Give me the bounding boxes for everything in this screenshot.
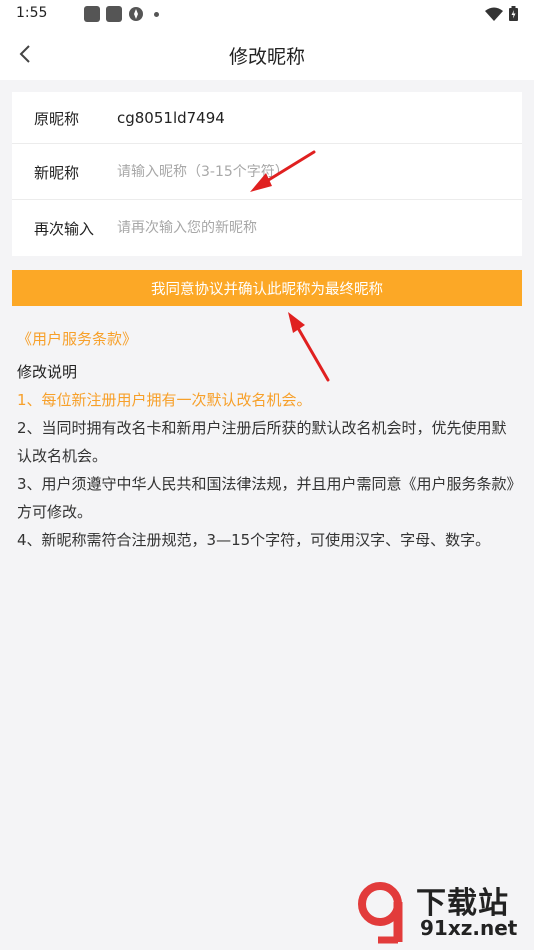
instruction-item: 1、每位新注册用户拥有一次默认改名机会。 <box>17 391 312 409</box>
original-nickname-value: cg8051ld7494 <box>117 109 225 127</box>
terms-of-service-link[interactable]: 《用户服务条款》 <box>17 328 137 349</box>
instruction-item: 2、当同时拥有改名卡和新用户注册后所获的默认改名机会时，优先使用默认改名机会。 <box>17 419 507 465</box>
system-icons <box>485 6 518 21</box>
new-nickname-input[interactable] <box>117 164 497 180</box>
confirm-nickname-input[interactable] <box>117 220 497 236</box>
new-nickname-label: 新昵称 <box>34 163 80 182</box>
more-notifications-dot <box>154 11 159 17</box>
battery-icon <box>509 6 518 21</box>
instruction-item: 4、新昵称需符合注册规范，3—15个字符，可使用汉字、字母、数字。 <box>17 531 491 549</box>
instructions-list: 1、每位新注册用户拥有一次默认改名机会。 2、当同时拥有改名卡和新用户注册后所获… <box>17 386 517 554</box>
watermark: 下载站 91xz.net <box>358 878 530 948</box>
instruction-item: 3、用户须遵守中华人民共和国法律法规，并且用户需同意《用户服务条款》方可修改。 <box>17 475 515 521</box>
notification-icon <box>84 6 100 22</box>
new-nickname-row: 新昵称 <box>12 144 522 200</box>
notification-icons <box>84 6 159 22</box>
nickname-form: 原昵称 cg8051ld7494 新昵称 再次输入 <box>12 92 522 256</box>
watermark-url: 91xz.net <box>420 916 518 940</box>
original-nickname-label: 原昵称 <box>34 109 80 128</box>
wifi-icon <box>485 7 503 21</box>
notification-icon <box>129 7 143 21</box>
page-title: 修改昵称 <box>228 46 305 68</box>
instructions-title: 修改说明 <box>17 363 78 381</box>
status-time: 1:55 <box>16 5 48 21</box>
confirm-nickname-label: 再次输入 <box>34 219 95 238</box>
confirm-nickname-button[interactable]: 我同意协议并确认此昵称为最终昵称 <box>12 270 522 306</box>
watermark-logo-icon <box>358 882 403 944</box>
nav-bar: 修改昵称 <box>0 28 534 80</box>
original-nickname-row: 原昵称 cg8051ld7494 <box>12 92 522 144</box>
status-bar: 1:55 <box>0 0 534 28</box>
annotation-arrow-2 <box>288 312 330 382</box>
notification-icon <box>106 6 122 22</box>
confirm-nickname-row: 再次输入 <box>12 200 522 256</box>
